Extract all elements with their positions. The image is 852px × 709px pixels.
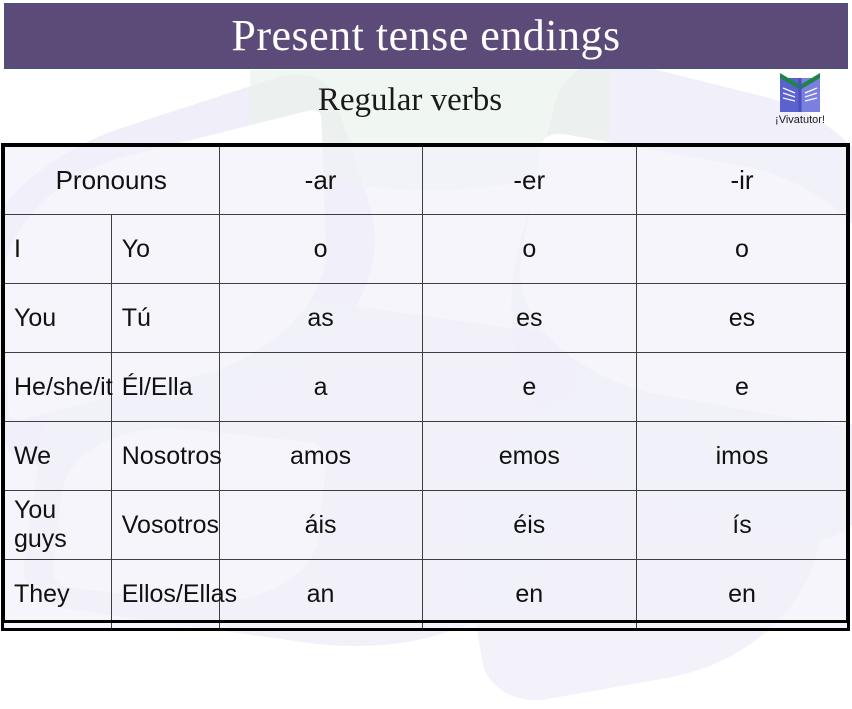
page-title: Present tense endings bbox=[231, 11, 621, 60]
table-row: They Ellos/Ellas an en en bbox=[3, 559, 849, 629]
subtitle: Regular verbs bbox=[317, 82, 503, 118]
pronoun-english: They bbox=[3, 559, 112, 629]
table-header-row: Pronouns -ar -er -ir bbox=[3, 145, 849, 215]
ending-er: éis bbox=[421, 490, 637, 560]
brand-logo: ¡Vivatutor! bbox=[754, 72, 846, 126]
table-row: You Tú as es es bbox=[3, 283, 849, 353]
pronoun-english: You bbox=[3, 283, 112, 353]
pronoun-spanish: Vosotros bbox=[110, 490, 220, 560]
ending-er: emos bbox=[421, 421, 637, 491]
ending-ir: en bbox=[635, 559, 849, 629]
ending-ir: imos bbox=[635, 421, 849, 491]
pronoun-spanish: Ellos/Ellas bbox=[110, 559, 237, 629]
column-header-ar: -ar bbox=[218, 145, 423, 215]
ending-ar: áis bbox=[218, 490, 423, 560]
pronoun-english: You guys bbox=[3, 490, 112, 560]
pronoun-english: We bbox=[3, 421, 112, 491]
ending-er: o bbox=[421, 214, 637, 284]
pronoun-spanish: Él/Ella bbox=[110, 352, 220, 422]
ending-er: es bbox=[421, 283, 637, 353]
open-book-icon bbox=[780, 73, 820, 112]
title-banner: Present tense endings bbox=[4, 3, 848, 69]
ending-ar: a bbox=[218, 352, 423, 422]
ending-ir: ís bbox=[635, 490, 849, 560]
table-row: I Yo o o o bbox=[3, 214, 849, 284]
table-row: You guys Vosotros áis éis ís bbox=[3, 490, 849, 560]
ending-ir: e bbox=[635, 352, 849, 422]
column-header-ir: -ir bbox=[635, 145, 849, 215]
logo-caption: ¡Vivatutor! bbox=[775, 114, 825, 126]
ending-er: en bbox=[421, 559, 637, 629]
ending-ar: o bbox=[218, 214, 423, 284]
ending-er: e bbox=[421, 352, 637, 422]
column-header-er: -er bbox=[421, 145, 637, 215]
pronoun-english: He/she/it bbox=[3, 352, 113, 422]
ending-ar: as bbox=[218, 283, 423, 353]
pronoun-english: I bbox=[3, 214, 112, 284]
column-header-pronouns: Pronouns bbox=[3, 145, 220, 215]
ending-ir: es bbox=[635, 283, 849, 353]
ending-ir: o bbox=[635, 214, 849, 284]
pronoun-spanish: Nosotros bbox=[110, 421, 222, 491]
ending-ar: an bbox=[218, 559, 423, 629]
pronoun-spanish: Tú bbox=[110, 283, 220, 353]
pronoun-spanish: Yo bbox=[110, 214, 220, 284]
table-row: He/she/it Él/Ella a e e bbox=[3, 352, 849, 422]
conjugation-table: Pronouns -ar -er -ir I Yo o o o You Tú a… bbox=[1, 143, 850, 631]
table-row: We Nosotros amos emos imos bbox=[3, 421, 849, 491]
ending-ar: amos bbox=[218, 421, 423, 491]
